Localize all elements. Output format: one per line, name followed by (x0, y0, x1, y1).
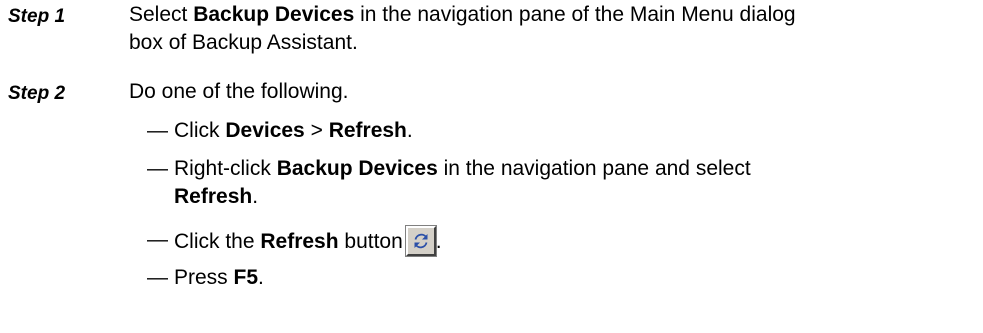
dash-bullet: — (147, 157, 168, 180)
list-item: — Click Devices > Refresh. (147, 117, 977, 145)
step-2-text: Do one of the following. (129, 80, 349, 103)
step-1-label: Step 1 (8, 6, 66, 27)
list-item: — Press F5. (147, 264, 977, 292)
refresh-icon (414, 233, 428, 249)
dash-bullet: — (147, 119, 168, 142)
dash-bullet: — (147, 228, 168, 251)
list-item: — Click the Refresh button . (147, 225, 977, 257)
dash-bullet: — (147, 266, 168, 289)
step-1-text: Select Backup Devices in the navigation … (129, 3, 796, 54)
step-2-label: Step 2 (8, 83, 66, 104)
list-item: — Right-click Backup Devices in the navi… (147, 157, 751, 208)
refresh-button[interactable] (404, 225, 437, 257)
